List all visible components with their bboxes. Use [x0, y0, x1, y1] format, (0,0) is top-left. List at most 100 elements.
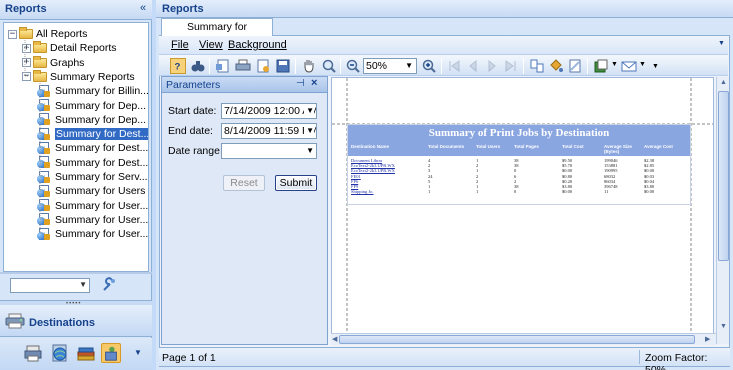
- report-column-header: Total Pages: [514, 144, 539, 149]
- report-search-combo[interactable]: ▼: [10, 278, 90, 293]
- destination-link[interactable]: Shipping Jo.: [351, 189, 374, 194]
- next-page-icon[interactable]: [484, 58, 500, 74]
- watermark-icon[interactable]: [567, 58, 583, 74]
- scroll-up-icon[interactable]: ▲: [720, 79, 727, 86]
- wrench-icon[interactable]: [100, 276, 118, 294]
- report-cell: 1: [476, 189, 479, 195]
- binoculars-icon[interactable]: [190, 58, 206, 74]
- books-icon[interactable]: [76, 343, 96, 363]
- tree-report-item[interactable]: Summary for User...: [37, 213, 148, 227]
- user-report-icon[interactable]: [101, 343, 121, 363]
- tree-report-item[interactable]: Summary for Dest...: [37, 141, 148, 155]
- date-range-select[interactable]: ▼: [221, 143, 317, 159]
- tree-report-item[interactable]: Summary for Dest...: [37, 127, 148, 141]
- printer-icon[interactable]: [24, 343, 44, 363]
- export-dropdown-icon[interactable]: ▼: [611, 61, 618, 68]
- report-column-header: Average Cost: [644, 144, 673, 149]
- right-pane-title: Reports: [162, 3, 204, 15]
- menu-background[interactable]: Background: [228, 39, 287, 51]
- email-dropdown-icon[interactable]: ▼: [639, 61, 646, 68]
- horizontal-scrollbar[interactable]: ◀ ▶: [331, 333, 716, 345]
- start-date-field[interactable]: 7/14/2009 12:00 AM ▼: [221, 103, 317, 119]
- page-setup-icon[interactable]: [215, 58, 231, 74]
- chevron-down-icon[interactable]: ▼: [79, 280, 87, 289]
- collapse-icon[interactable]: −: [8, 29, 17, 39]
- email-icon[interactable]: [621, 58, 637, 74]
- tree-folder-item[interactable]: + Graphs: [22, 55, 85, 70]
- chevron-down-icon[interactable]: ▼: [405, 59, 413, 73]
- end-date-label: End date:: [168, 125, 213, 137]
- magnifier-icon[interactable]: [321, 58, 337, 74]
- last-page-icon[interactable]: [503, 58, 519, 74]
- tree-report-item[interactable]: Summary for Billin...: [37, 84, 148, 98]
- horizontal-scroll-thumb[interactable]: [339, 335, 695, 344]
- report-column-header: Total Documents: [428, 144, 465, 149]
- reset-button[interactable]: Reset: [223, 175, 265, 191]
- paint-bucket-icon[interactable]: [548, 58, 564, 74]
- zoom-in-icon[interactable]: [421, 58, 437, 74]
- tree-folder-item[interactable]: − All Reports: [8, 27, 87, 41]
- tree-report-item[interactable]: Summary for Users: [37, 184, 145, 198]
- right-pane: Reports Summary for Destinations File Vi…: [156, 0, 733, 370]
- folder-icon: [19, 27, 33, 39]
- scroll-left-icon[interactable]: ◀: [332, 335, 337, 343]
- tree-item-label: Graphs: [50, 56, 85, 69]
- menu-file[interactable]: File: [171, 39, 189, 51]
- chevron-down-icon[interactable]: ▼: [304, 124, 314, 138]
- toolbar-separator: [340, 58, 341, 74]
- menu-view[interactable]: View: [199, 39, 223, 51]
- report-icon: [37, 141, 51, 155]
- report-column-header: Total Users: [476, 144, 501, 149]
- print-icon[interactable]: [235, 58, 251, 74]
- zoom-select[interactable]: 50% ▼: [363, 58, 417, 74]
- expand-icon[interactable]: +: [22, 58, 31, 68]
- previous-page-icon[interactable]: [465, 58, 481, 74]
- report-preview[interactable]: Summary of Print Jobs by Destination Des…: [331, 77, 714, 344]
- menu-overflow-icon[interactable]: ▼: [718, 40, 725, 47]
- svg-text:?: ?: [175, 62, 181, 73]
- close-icon[interactable]: ×: [311, 77, 317, 89]
- tree-report-item[interactable]: Summary for Dep...: [37, 113, 146, 127]
- end-date-field[interactable]: 8/14/2009 11:59 PM ▼: [221, 123, 317, 139]
- tab-summary-for-destinations[interactable]: Summary for Destinations: [161, 18, 273, 49]
- save-icon[interactable]: [275, 58, 291, 74]
- destinations-section-header[interactable]: Destinations: [0, 305, 152, 337]
- vertical-scroll-thumb[interactable]: [718, 91, 729, 261]
- collapse-pane-button[interactable]: «: [136, 2, 150, 16]
- vertical-scrollbar[interactable]: ▲ ▼: [716, 77, 729, 344]
- multiple-pages-icon[interactable]: [529, 58, 545, 74]
- toolbar-separator: [295, 58, 296, 74]
- tree-report-item[interactable]: Summary for Dep...: [37, 99, 146, 113]
- tree-report-item[interactable]: Summary for User...: [37, 199, 148, 213]
- toolbar-separator: [523, 58, 524, 74]
- export-icon[interactable]: [593, 58, 609, 74]
- tree-item-label: Summary for User...: [55, 199, 149, 212]
- start-date-value: 7/14/2009 12:00 AM: [224, 105, 317, 117]
- collapse-icon[interactable]: −: [22, 72, 31, 82]
- pin-icon[interactable]: ⊣: [296, 78, 305, 89]
- report-tree[interactable]: − All Reports + Detail Reports + Graphs − Summa…: [3, 22, 149, 272]
- tree-folder-item[interactable]: + Detail Reports: [22, 41, 117, 55]
- submit-button[interactable]: Submit: [275, 175, 317, 191]
- report-icon: [37, 113, 51, 126]
- overflow-chevron-icon[interactable]: ▼: [134, 348, 142, 357]
- first-page-icon[interactable]: [446, 58, 462, 74]
- menu-background-label: Background: [228, 39, 287, 51]
- zoom-out-icon[interactable]: [345, 58, 361, 74]
- parameters-toggle-icon[interactable]: ?: [170, 58, 186, 74]
- chevron-down-icon[interactable]: ▼: [304, 144, 314, 158]
- tree-folder-item[interactable]: − Summary Reports: [22, 69, 135, 84]
- globe-icon[interactable]: [50, 343, 70, 363]
- expand-icon[interactable]: +: [22, 43, 31, 53]
- toolbar-overflow-icon[interactable]: ▼: [652, 63, 659, 70]
- report-column-headers: Destination Name Total Documents Total Use…: [348, 142, 690, 156]
- hand-tool-icon[interactable]: [301, 58, 317, 74]
- tree-item-label: Summary for Dep...: [55, 113, 147, 126]
- tree-report-item[interactable]: Summary for User...: [37, 227, 148, 241]
- scroll-down-icon[interactable]: ▼: [720, 323, 727, 330]
- scroll-right-icon[interactable]: ▶: [705, 335, 710, 343]
- quick-print-icon[interactable]: [255, 58, 271, 74]
- tree-report-item[interactable]: Summary for Dest...: [37, 156, 148, 170]
- chevron-down-icon[interactable]: ▼: [304, 104, 314, 118]
- tree-report-item[interactable]: Summary for Serv...: [37, 170, 148, 184]
